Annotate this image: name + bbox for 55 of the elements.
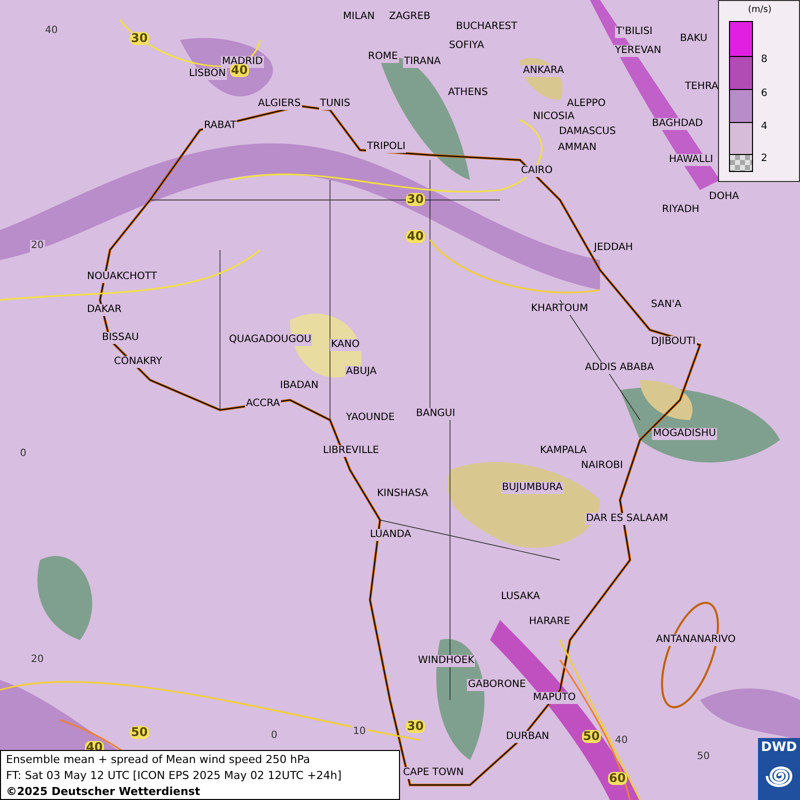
- city-label: LIBREVILLE: [322, 445, 380, 457]
- legend-tick-label: 2: [761, 153, 768, 165]
- city-label: DAR ES SALAAM: [585, 513, 670, 525]
- city-label: BAGHDAD: [651, 118, 704, 130]
- logo-text: DWD: [761, 740, 797, 755]
- copyright-text: ©2025 Deutscher Wetterdienst: [6, 784, 202, 799]
- city-label: CAPE TOWN: [402, 767, 465, 779]
- city-label: ADDIS ABABA: [584, 362, 655, 374]
- contour-label: 50: [582, 730, 601, 743]
- legend-tick-label: 8: [761, 54, 768, 66]
- city-label: CAIRO: [520, 165, 554, 177]
- city-label: ANKARA: [522, 65, 565, 77]
- city-label: DAKAR: [86, 304, 123, 316]
- city-label: ACCRA: [245, 398, 282, 410]
- contour-label: 40: [406, 230, 425, 243]
- legend-unit: (m/s): [748, 5, 772, 15]
- contour-label: 30: [406, 193, 425, 206]
- city-label: JEDDAH: [593, 242, 634, 254]
- city-label: RABAT: [203, 120, 238, 132]
- contour-label: 30: [130, 32, 149, 45]
- city-label: GABORONE: [467, 679, 527, 691]
- city-label: T'BILISI: [615, 26, 654, 38]
- city-label: ALGIERS: [257, 98, 302, 110]
- city-label: WINDHOEK: [417, 655, 476, 667]
- city-label: ANTANANARIVO: [655, 634, 737, 646]
- longitude-label: 40: [614, 735, 629, 747]
- contour-label: 30: [406, 720, 425, 733]
- contour-label: 50: [130, 726, 149, 739]
- contour-label: 60: [608, 772, 627, 785]
- city-label: LISBON: [188, 68, 227, 80]
- city-label: DJIBOUTI: [650, 336, 697, 348]
- latitude-label: 20: [30, 240, 45, 252]
- city-label: BANGUI: [415, 408, 456, 420]
- city-label: TRIPOLI: [366, 141, 406, 153]
- city-label: ABUJA: [345, 366, 378, 378]
- city-label: QUAGADOUGOU: [228, 334, 312, 346]
- city-label: MAPUTO: [532, 692, 577, 704]
- city-label: DURBAN: [505, 731, 550, 743]
- city-label: KANO: [330, 339, 361, 351]
- city-label: CONAKRY: [113, 356, 164, 368]
- caption-title: Ensemble mean + spread of Mean wind speed 250 hPa: [6, 752, 311, 767]
- city-label: TIRANA: [403, 56, 442, 68]
- city-label: HAWALLI: [668, 154, 714, 166]
- city-label: KHARTOUM: [530, 303, 590, 315]
- city-label: BISSAU: [101, 332, 140, 344]
- forecast-time-text: FT: Sat 03 May 12 UTC [ICON EPS 2025 May 02 12UTC +24h]: [6, 768, 343, 783]
- legend-tick-label: 6: [761, 88, 768, 100]
- city-label: BUJUMBURA: [501, 482, 564, 494]
- city-label: LUANDA: [369, 529, 412, 541]
- city-label: NOUAKCHOTT: [86, 271, 158, 283]
- city-label: ROME: [367, 51, 399, 63]
- city-label: YEREVAN: [614, 45, 662, 57]
- city-label: TUNIS: [319, 98, 352, 110]
- city-label: MOGADISHU: [652, 428, 717, 440]
- legend-tick-label: 4: [761, 121, 768, 133]
